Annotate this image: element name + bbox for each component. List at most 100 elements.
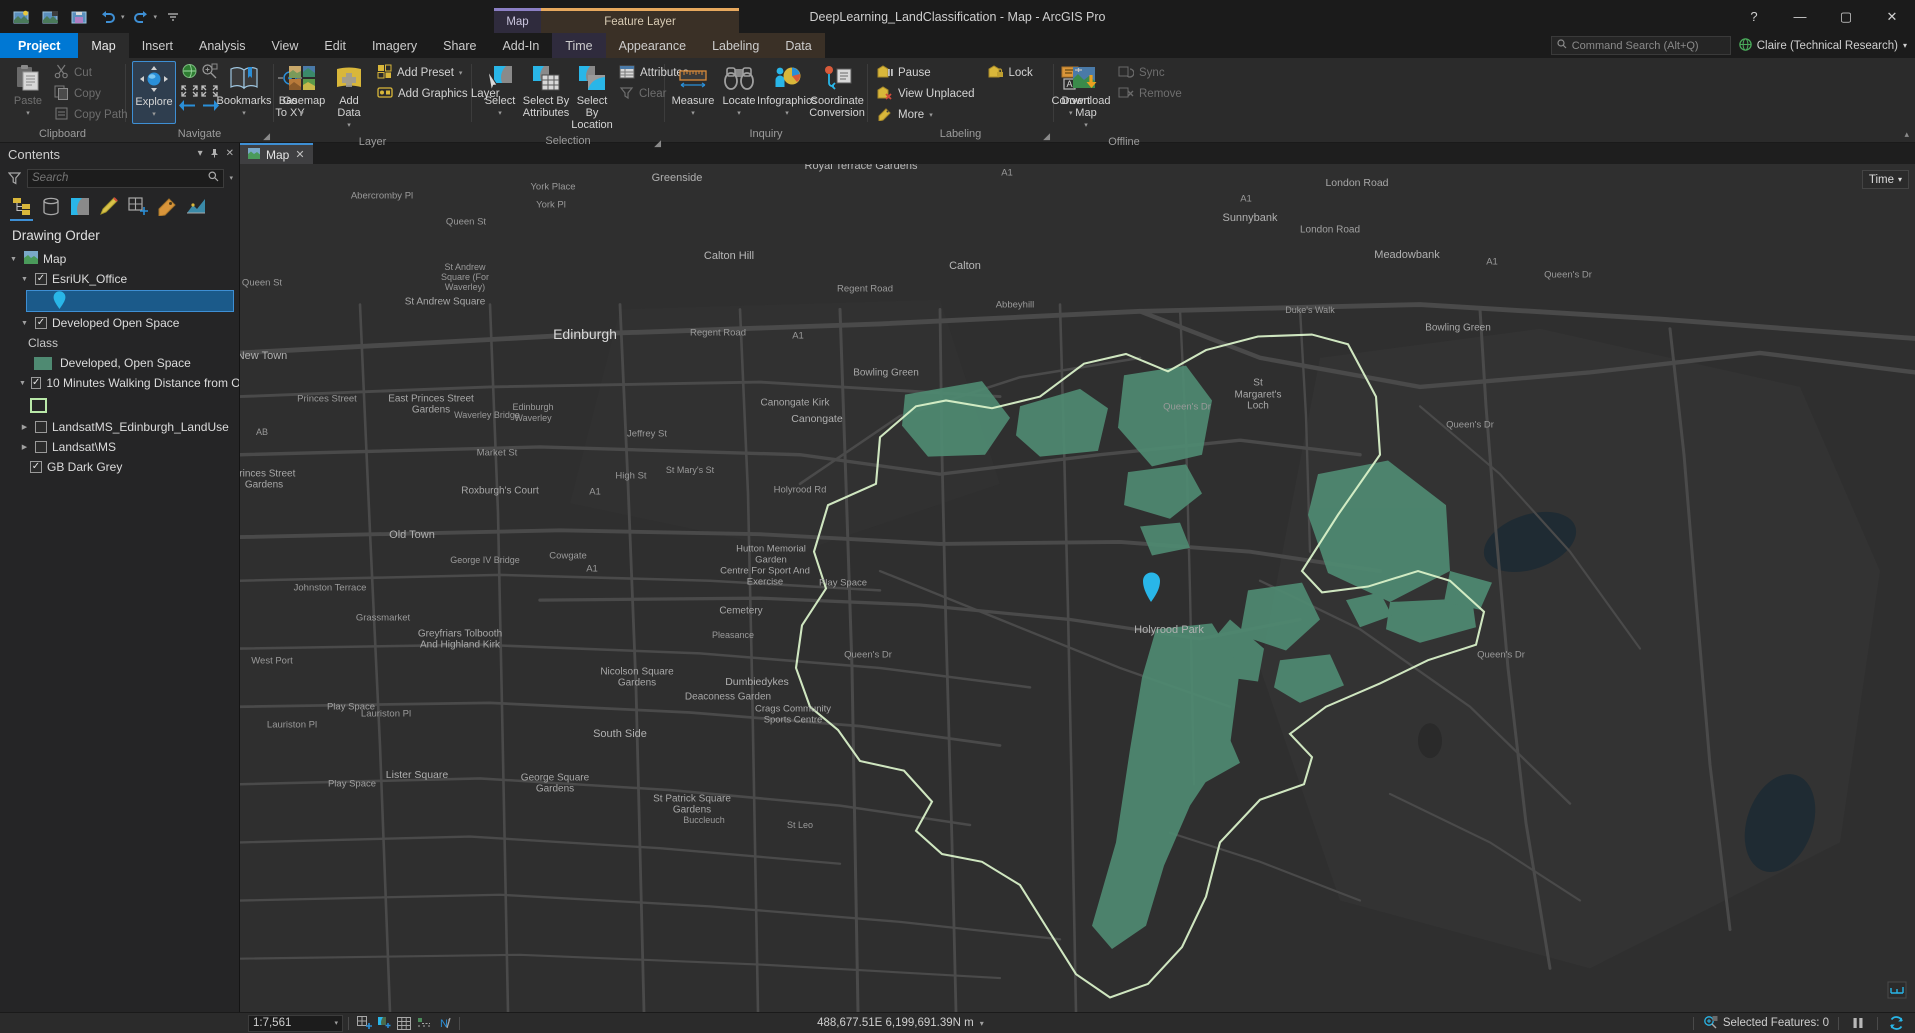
layer-visibility-checkbox[interactable]	[35, 441, 47, 453]
command-search-input[interactable]: Command Search (Alt+Q)	[1550, 36, 1731, 55]
layer-visibility-checkbox[interactable]: ✓	[35, 317, 47, 329]
infographics-caret-icon[interactable]: ▾	[785, 108, 789, 120]
tab-analysis[interactable]: Analysis	[186, 33, 259, 58]
select-small-icon[interactable]	[374, 1015, 394, 1032]
collapse-arrow-icon[interactable]: ▶	[19, 443, 30, 451]
copy-button[interactable]: Copy	[51, 84, 134, 104]
expand-arrow-icon[interactable]: ▼	[19, 276, 30, 283]
maximize-button[interactable]: ▢	[1823, 0, 1869, 33]
account-menu[interactable]: Claire (Technical Research) ▾	[1738, 37, 1907, 54]
coordinate-conversion-button[interactable]: Coordinate Conversion	[809, 61, 865, 121]
list-by-editing-tab[interactable]	[97, 195, 120, 218]
search-input[interactable]	[32, 172, 209, 184]
tab-map[interactable]: Map	[78, 33, 129, 58]
list-by-labeling-tab[interactable]	[155, 195, 178, 218]
select-by-attributes-button[interactable]: Select By Attributes	[523, 61, 569, 121]
coordinates-caret-icon[interactable]: ▾	[980, 1019, 984, 1028]
list-by-snapping-tab[interactable]	[126, 195, 149, 218]
time-slider-button[interactable]: Time ▾	[1861, 170, 1909, 189]
locate-caret-icon[interactable]: ▾	[737, 108, 741, 120]
selection-dialog-launcher[interactable]: ◢	[654, 135, 661, 152]
list-by-drawing-order-tab[interactable]	[10, 195, 33, 221]
add-data-button[interactable]: Add Data ▾	[327, 61, 371, 134]
layer-visibility-checkbox[interactable]: ✓	[35, 273, 47, 285]
tab-time[interactable]: Time	[552, 33, 606, 58]
tab-edit[interactable]: Edit	[311, 33, 359, 58]
labeling-dialog-launcher[interactable]: ◢	[1043, 128, 1050, 145]
toc-symbol-office-pin[interactable]	[26, 290, 234, 312]
snapping-icon[interactable]	[354, 1015, 374, 1032]
paste-button[interactable]: Paste ▾	[6, 61, 50, 122]
map-scale-selector[interactable]: 1:7,561 ▾	[248, 1014, 343, 1032]
more-labeling-button[interactable]: More ▾	[874, 105, 981, 125]
list-by-charts-tab[interactable]	[184, 195, 207, 218]
basemap-caret-icon[interactable]: ▾	[300, 108, 304, 120]
tab-view[interactable]: View	[259, 33, 312, 58]
search-icon[interactable]	[208, 169, 219, 187]
explore-button[interactable]: Explore ▾	[132, 61, 176, 124]
search-options-caret-icon[interactable]: ▾	[229, 174, 233, 182]
measure-caret-icon[interactable]: ▾	[691, 108, 695, 120]
map-canvas[interactable]	[240, 164, 1915, 1012]
measure-button[interactable]: Measure ▾	[671, 61, 715, 122]
explore-caret-icon[interactable]: ▾	[152, 109, 156, 121]
bookmarks-button[interactable]: Bookmarks ▾	[216, 61, 272, 122]
navigate-dialog-launcher[interactable]: ◢	[263, 128, 270, 145]
locate-button[interactable]: Locate ▾	[717, 61, 761, 122]
tab-data[interactable]: Data	[772, 33, 825, 58]
view-unplaced-button[interactable]: View Unplaced	[874, 84, 981, 104]
select-by-location-button[interactable]: Select By Location	[570, 61, 614, 133]
toc-layer-developed-open-space[interactable]: ▼ ✓ Developed Open Space	[0, 313, 239, 333]
cut-button[interactable]: Cut	[51, 63, 134, 83]
redo-caret-icon[interactable]: ▾	[154, 13, 158, 21]
download-map-button[interactable]: Download Map ▾	[1060, 61, 1112, 134]
chevron-down-icon[interactable]: ▾	[1903, 41, 1907, 50]
refresh-icon[interactable]	[1887, 1015, 1907, 1032]
expand-arrow-icon[interactable]: ▼	[19, 380, 26, 387]
download-map-caret-icon[interactable]: ▾	[1084, 120, 1088, 132]
list-by-selection-tab[interactable]	[68, 195, 91, 218]
tab-project[interactable]: Project	[0, 33, 79, 58]
toc-layer-landsat-ms[interactable]: ▶ Landsat\MS	[0, 437, 239, 457]
ribbon-collapse-icon[interactable]: ▴	[1904, 129, 1915, 142]
next-extent-icon[interactable]	[200, 85, 218, 97]
more-labeling-caret-icon[interactable]: ▾	[929, 111, 933, 119]
toc-symbol-walking-distance[interactable]	[0, 393, 239, 417]
contents-search-box[interactable]	[27, 168, 225, 188]
sync-button[interactable]: Sync	[1115, 63, 1188, 83]
north-arrow-icon[interactable]: N	[434, 1015, 454, 1032]
expand-arrow-icon[interactable]: ▼	[8, 256, 19, 263]
toc-map-root[interactable]: ▼ Map	[0, 249, 239, 269]
basemap-button[interactable]: Basemap ▾	[279, 61, 325, 122]
toc-layer-gb-dark-grey[interactable]: ✓ GB Dark Grey	[0, 457, 239, 477]
minimize-button[interactable]: —	[1777, 0, 1823, 33]
tab-share[interactable]: Share	[430, 33, 489, 58]
status-badge[interactable]: Selected Features: 0	[1703, 1015, 1829, 1032]
help-button[interactable]: ?	[1731, 0, 1777, 33]
undo-icon[interactable]	[95, 5, 121, 29]
lock-labeling-button[interactable]: Lock	[985, 63, 1039, 83]
pause-labeling-button[interactable]: Pause	[874, 63, 981, 83]
map-view[interactable]: Royal Terrace Gardens Greenside London Roa…	[240, 164, 1915, 1012]
infographics-button[interactable]: Infographics ▾	[757, 61, 817, 122]
contents-pane-menu-icon[interactable]: ▾	[198, 148, 203, 161]
redo-icon[interactable]	[128, 5, 154, 29]
add-preset-caret-icon[interactable]: ▾	[459, 69, 463, 77]
tab-labeling[interactable]: Labeling	[699, 33, 773, 58]
pause-drawing-icon[interactable]	[1848, 1015, 1868, 1032]
tab-insert[interactable]: Insert	[129, 33, 186, 58]
layer-visibility-checkbox[interactable]: ✓	[30, 461, 42, 473]
paste-caret-icon[interactable]: ▾	[26, 108, 30, 120]
pin-icon[interactable]	[210, 148, 219, 161]
save-project-icon[interactable]	[66, 5, 92, 29]
open-project-icon[interactable]	[37, 5, 63, 29]
customize-qat-icon[interactable]	[160, 5, 186, 29]
toc-symbol-developed-open-space[interactable]: Developed, Open Space	[0, 353, 239, 373]
back-arrow-icon[interactable]	[178, 99, 196, 112]
toc-layer-walking-distance[interactable]: ▼ ✓ 10 Minutes Walking Distance from Off…	[0, 373, 239, 393]
layer-visibility-checkbox[interactable]	[35, 421, 47, 433]
toc-layer-landsatms-landuse[interactable]: ▶ LandsatMS_Edinburgh_LandUse	[0, 417, 239, 437]
contents-pane-close-icon[interactable]: ✕	[226, 148, 234, 161]
list-by-data-source-tab[interactable]	[39, 195, 62, 218]
toc-layer-esriuk-office[interactable]: ▼ ✓ EsriUK_Office	[0, 269, 239, 289]
